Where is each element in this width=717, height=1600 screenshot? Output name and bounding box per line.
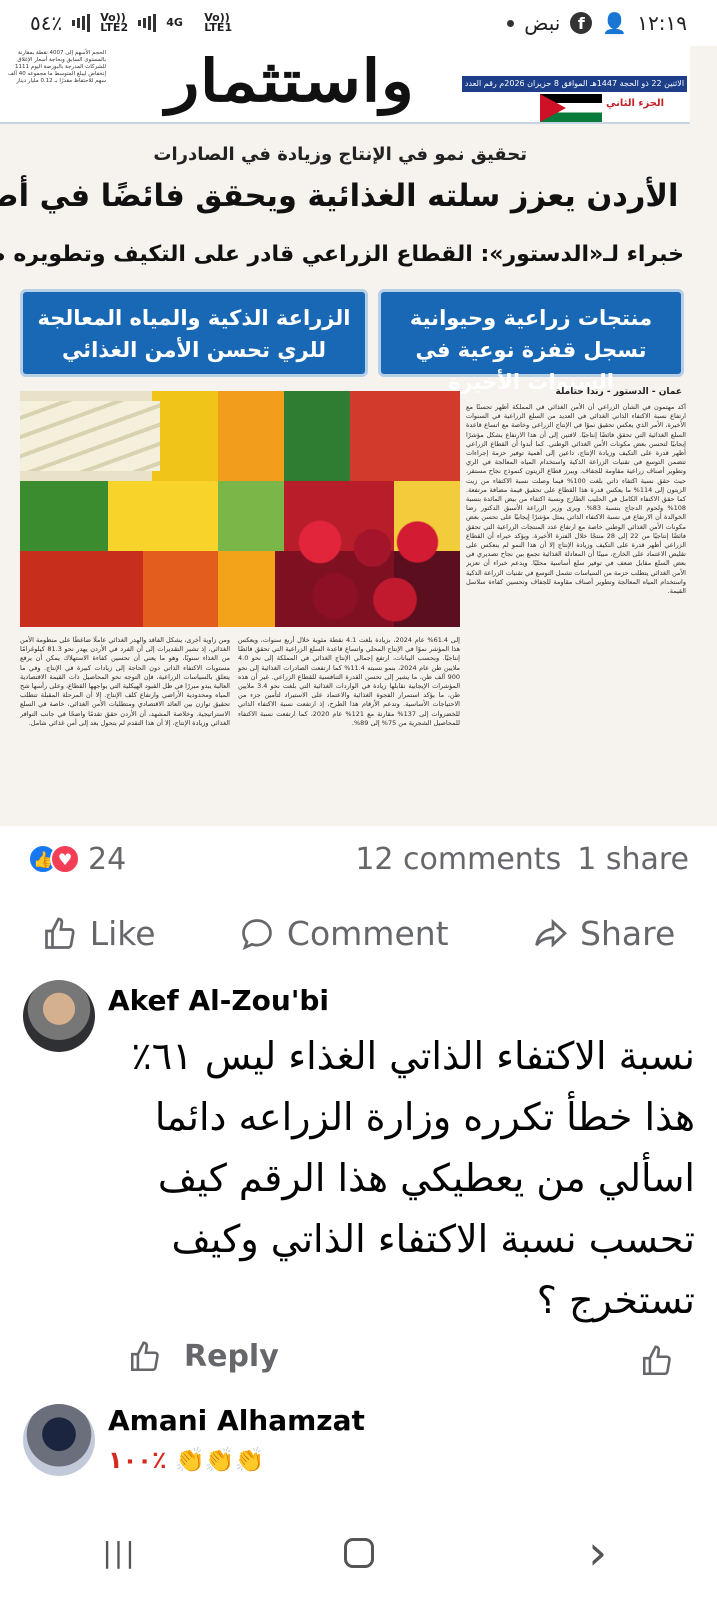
app-label: نبض [524, 11, 561, 35]
masthead-date-strip: الاثنين 22 ذو الحجة 1447هـ الموافق 8 حزي… [462, 76, 687, 104]
notification-dot-icon [507, 19, 515, 27]
article-kicker: تحقيق نمو في الإنتاج وزيادة في الصادرات [153, 144, 527, 165]
article-body-column-1: إلى 61.4% عام 2024، بزيادة بلغت 4.1 نقطة… [238, 636, 460, 727]
back-button[interactable]: ‹ [548, 1523, 648, 1583]
masthead-part: الجزء الثاني [606, 98, 665, 109]
comment-item: Amani Alhamzat ١٠٠٪ 👏👏👏 [0, 1384, 717, 1494]
network-label-4g: 4G [166, 16, 183, 29]
clapping-hands-icon: 👏👏👏 [174, 1446, 265, 1474]
home-icon [343, 1537, 374, 1568]
signal-icon-2 [138, 14, 157, 32]
share-button[interactable]: Share [532, 914, 675, 953]
like-button[interactable]: Like [42, 914, 156, 953]
avatar[interactable] [23, 980, 95, 1052]
status-left: ٥٤٪ Vo)) LTE2 4G Vo)) LTE1 [30, 11, 232, 35]
thumbs-up-icon[interactable] [128, 1340, 162, 1374]
like-label: Like [89, 914, 156, 953]
battery-level: ٥٤٪ [30, 11, 63, 35]
comment-text-prefix: ١٠٠٪ [108, 1446, 167, 1474]
article-byline: عمان - الدستور - رندا حتاملة [555, 387, 682, 397]
newspaper-masthead: الحجم الأسهم إلى 4007 نقطة بمقارنة بالمس… [0, 46, 690, 124]
comments-count-link[interactable]: 12 comments [355, 842, 561, 877]
article-headline: الأردن يعزز سلته الغذائية ويحقق فائضًا ف… [0, 178, 679, 214]
recents-icon: ||| [102, 1536, 137, 1569]
post-action-bar: Like Comment Share [0, 900, 717, 966]
highlight-box-smart-farming: الزراعة الذكية والمياه المعالجة للري تحس… [20, 289, 368, 377]
reply-button[interactable]: Reply [184, 1339, 279, 1374]
post-stats-row: 👍 ♥ 24 12 comments 1 share [0, 826, 717, 892]
reactions-summary[interactable]: 👍 ♥ 24 [28, 842, 126, 877]
recents-button[interactable]: ||| [70, 1523, 170, 1583]
comment-button[interactable]: Comment [239, 914, 449, 953]
post-stats: 12 comments 1 share [355, 842, 689, 877]
signal-icon [72, 14, 91, 32]
back-icon: ‹ [587, 1524, 608, 1581]
post-photo[interactable]: الحجم الأسهم إلى 4007 نقطة بمقارنة بالمس… [0, 46, 717, 826]
masthead-note: الحجم الأسهم إلى 4007 نقطة بمقارنة بالمس… [8, 50, 106, 84]
facebook-icon: f [570, 12, 593, 34]
comment-author[interactable]: Akef Al-Zou'bi [108, 984, 329, 1017]
highlight-box-products: منتجات زراعية وحيوانية تسجل قفزة نوعية ف… [378, 289, 684, 394]
comment-like-icon[interactable] [640, 1344, 674, 1378]
article-subheadline: خبراء لـ«الدستور»: القطاع الزراعي قادر ع… [0, 242, 684, 267]
vegetables-image [20, 391, 460, 627]
status-bar: ٥٤٪ Vo)) LTE2 4G Vo)) LTE1 نبض f 👤 ١٢:١٩ [0, 0, 717, 46]
system-nav-bar: ||| ‹ [0, 1505, 717, 1600]
masthead-logo: واستثمار [98, 46, 482, 118]
clock: ١٢:١٩ [637, 11, 687, 35]
share-label: Share [580, 914, 676, 953]
speech-bubble-icon [242, 918, 272, 950]
love-reaction-icon: ♥ [50, 844, 80, 874]
comment-item: Akef Al-Zou'bi نسبة الاكتفاء الذاتي الغذ… [0, 974, 717, 1384]
thumbs-up-icon [44, 917, 75, 949]
comment-author[interactable]: Amani Alhamzat [108, 1404, 365, 1437]
share-arrow-icon [535, 918, 568, 948]
masthead-text: واستثمار [165, 47, 415, 115]
comment-actions: Reply [128, 1339, 279, 1374]
avatar[interactable] [23, 1404, 95, 1476]
home-button[interactable] [309, 1523, 409, 1583]
reactions-count: 24 [88, 841, 127, 877]
comment-text: نسبة الاكتفاء الذاتي الغذاء ليس ٦١٪ هذا … [131, 1034, 695, 1322]
status-right: نبض f 👤 ١٢:١٩ [507, 11, 687, 35]
add-user-icon: 👤 [602, 11, 628, 35]
shares-count-link[interactable]: 1 share [577, 842, 689, 877]
network-label-lte2: Vo)) LTE2 [100, 11, 129, 34]
jordan-flag-icon [540, 94, 602, 122]
comment-text: ١٠٠٪ 👏👏👏 [108, 1446, 265, 1476]
article-body-main: أكد مهتمون في الشأن الزراعي أن الأمن الغ… [466, 403, 686, 596]
comment-label: Comment [286, 914, 449, 953]
network-label-lte1: Vo)) LTE1 [204, 11, 233, 34]
article-body-column-2: ومن زاوية أخرى، يشكل الفاقد والهدر الغذا… [20, 636, 230, 727]
